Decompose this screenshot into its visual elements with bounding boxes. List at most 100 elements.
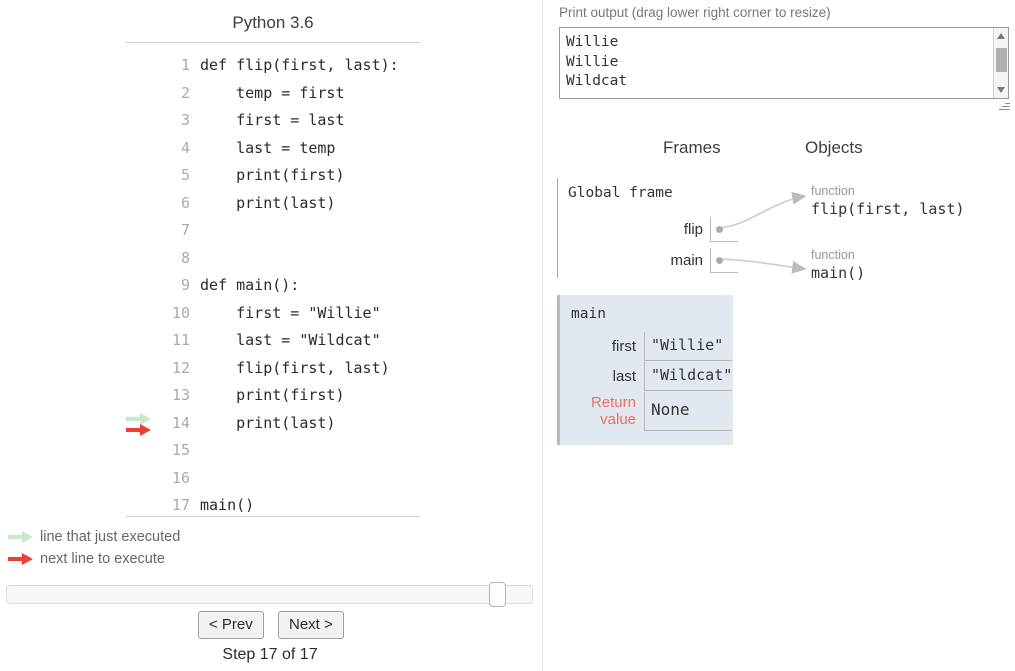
- code-line-row: 3 first = last: [126, 107, 426, 135]
- return-value-label-line2: value: [600, 411, 636, 428]
- code-display: 1 def flip(first, last): 2 temp = first 3 f…: [126, 52, 426, 520]
- object-main-value: main(): [811, 264, 866, 282]
- object-flip: function flip(first, last): [811, 184, 965, 219]
- code-line-row: 10 first = "Willie": [126, 300, 426, 328]
- code-top-divider: [126, 42, 420, 43]
- code-line-arrow-cell: [126, 162, 156, 190]
- object-main: function main(): [811, 248, 865, 283]
- scroll-thumb[interactable]: [996, 48, 1007, 72]
- global-var-pointer-cell: [710, 248, 738, 273]
- code-line-number: 4: [180, 138, 190, 157]
- code-line-number: 12: [171, 358, 190, 377]
- stack-frame-var-value: None: [644, 392, 732, 431]
- code-line-row: 4 last = temp: [126, 135, 426, 163]
- code-line-row: 2 temp = first: [126, 80, 426, 108]
- print-output-label: Print output (drag lower right corner to…: [559, 5, 831, 20]
- print-output-scrollbar[interactable]: [993, 28, 1008, 98]
- print-output-text: Willie Willie Wildcat: [566, 34, 628, 89]
- code-line-number: 1: [180, 56, 190, 74]
- stack-frame-main-title: main: [571, 306, 606, 322]
- code-pane: Python 3.6 1 def flip(first, last): 2 temp…: [0, 0, 542, 671]
- code-line-arrow-cell: [126, 300, 156, 328]
- legend-next-label: next line to execute: [40, 551, 165, 567]
- code-line-number: 9: [180, 276, 190, 294]
- stack-frame-var-value: "Wildcat": [644, 362, 733, 391]
- code-line-arrow-cell: [126, 327, 156, 355]
- code-bottom-divider: [126, 516, 420, 517]
- code-line-number: 15: [171, 441, 190, 459]
- stack-frame-main: main first "Willie" last "Wildcat" Return val…: [557, 295, 733, 445]
- code-line-arrow-cell: [126, 382, 156, 410]
- return-value-label-line1: Return: [590, 394, 636, 411]
- pointer-dot-icon: [716, 226, 723, 233]
- code-line-row: 6 print(last): [126, 190, 426, 218]
- step-slider-track[interactable]: [6, 585, 533, 604]
- stack-frame-var-name: last: [612, 368, 636, 385]
- code-line-row: 11 last = "Wildcat": [126, 327, 426, 355]
- code-line-arrow-cell: [126, 190, 156, 218]
- scroll-up-icon[interactable]: [997, 33, 1005, 39]
- step-counter-label: Step 17 of 17: [222, 646, 318, 663]
- code-line-number: 8: [180, 248, 190, 267]
- code-line-text: def main():: [200, 276, 300, 294]
- code-line-number: 5: [180, 166, 190, 184]
- code-line-text: first = "Willie": [200, 303, 381, 322]
- code-line-number: 16: [171, 468, 190, 487]
- code-line-number: 11: [171, 331, 190, 349]
- object-flip-value: flip(first, last): [811, 200, 965, 218]
- code-line-arrow-cell: [126, 217, 156, 245]
- code-line-row: 8: [126, 245, 426, 273]
- pointer-dot-icon: [716, 257, 723, 264]
- code-line-row: 1 def flip(first, last):: [126, 52, 426, 80]
- code-line-arrow-cell: [126, 80, 156, 108]
- frames-header: Frames: [663, 138, 721, 157]
- code-line-row: 5 print(first): [126, 162, 426, 190]
- next-button[interactable]: Next >: [278, 611, 344, 639]
- step-slider-handle[interactable]: [489, 582, 506, 607]
- code-line-row: 13 print(first): [126, 382, 426, 410]
- prev-button[interactable]: < Prev: [198, 611, 264, 639]
- global-var-row: flip: [558, 214, 738, 245]
- scroll-down-icon[interactable]: [997, 87, 1005, 93]
- python-version-title: Python 3.6: [232, 13, 314, 32]
- stack-frame-var-value: "Willie": [644, 332, 732, 361]
- code-line-text: print(last): [200, 193, 336, 212]
- code-line-number: 13: [171, 386, 190, 404]
- code-line-arrow-cell: [126, 52, 156, 80]
- stack-frame-var-name: first: [611, 338, 636, 355]
- code-line-arrow-cell: [126, 437, 156, 465]
- code-line-text: last = temp: [200, 138, 336, 157]
- global-frame-title: Global frame: [568, 185, 673, 201]
- code-line-text: last = "Wildcat": [200, 331, 381, 349]
- code-line-number: 6: [180, 193, 190, 212]
- red-arrow-icon: [126, 423, 152, 436]
- page-root: Python 3.6 1 def flip(first, last): 2 temp…: [0, 0, 1015, 671]
- code-line-text: temp = first: [200, 83, 345, 102]
- resize-grip-icon[interactable]: [998, 100, 1010, 112]
- legend-executed-label: line that just executed: [40, 529, 181, 545]
- global-var-name: flip: [683, 221, 703, 238]
- code-line-row: 9 def main():: [126, 272, 426, 300]
- code-line-row: 15: [126, 437, 426, 465]
- code-line-arrow-cell: [126, 135, 156, 163]
- code-line-arrow-cell: [126, 107, 156, 135]
- code-line-number: 14: [171, 413, 190, 432]
- code-line-arrow-cell: [126, 410, 156, 438]
- print-output-box[interactable]: Willie Willie Wildcat: [559, 27, 1009, 99]
- code-line-text: [200, 465, 426, 493]
- code-line-number: 3: [180, 111, 190, 129]
- code-line-text: [200, 217, 426, 245]
- code-line-text: print(first): [200, 386, 345, 404]
- object-main-type: function: [811, 248, 855, 262]
- code-line-row: 12 flip(first, last): [126, 355, 426, 383]
- code-line-text: print(first): [200, 166, 345, 184]
- global-var-name: main: [670, 252, 703, 269]
- code-line-text: [200, 245, 426, 273]
- code-line-text: first = last: [200, 111, 345, 129]
- code-line-number: 10: [171, 303, 190, 322]
- code-line-text: print(last): [200, 413, 336, 432]
- code-line-row: 14 print(last): [126, 410, 426, 438]
- code-line-arrow-cell: [126, 272, 156, 300]
- global-var-row: main: [558, 245, 738, 276]
- code-line-number: 2: [180, 83, 190, 102]
